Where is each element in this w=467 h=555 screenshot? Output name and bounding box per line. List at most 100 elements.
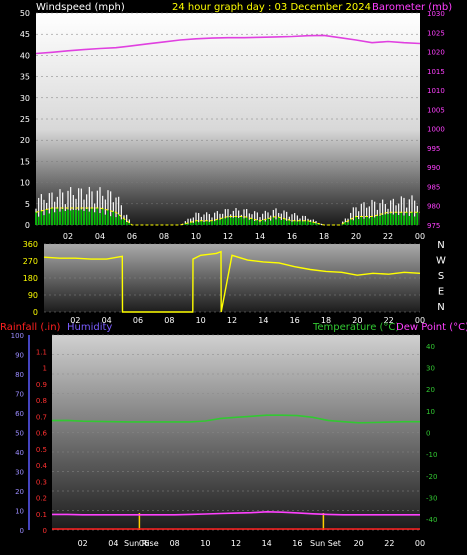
humidity-tick-label: 30 <box>15 469 24 477</box>
x-tick-label: 20 <box>354 539 364 548</box>
x-tick-label: 02 <box>78 539 88 548</box>
windspeed-axis-title: Windspeed (mph) <box>36 2 125 13</box>
x-tick-label: 16 <box>292 539 302 548</box>
rainfall-tick-label: 0.4 <box>36 462 48 470</box>
x-tick-label: 12 <box>231 539 241 548</box>
pressure-tick-label: 1010 <box>427 87 445 95</box>
temperature-tick-label: -30 <box>426 495 437 503</box>
wind-tick-label: 35 <box>20 73 30 82</box>
x-tick-label: 22 <box>383 232 393 241</box>
temperature-tick-label: 40 <box>426 343 435 351</box>
rainfall-tick-label: 0 <box>43 527 47 535</box>
rainfall-tick-label: 0.9 <box>36 381 47 389</box>
pressure-tick-label: 985 <box>427 183 440 191</box>
x-tick-label: 16 <box>287 232 297 241</box>
rainfall-tick-label: 0.3 <box>36 478 47 486</box>
humidity-tick-label: 90 <box>15 352 24 360</box>
chart-title: 24 hour graph day : 03 December 2024 <box>172 2 371 13</box>
x-tick-label: 00 <box>415 232 425 241</box>
wind-tick-label: 45 <box>20 30 30 39</box>
temperature-tick-label: 30 <box>426 365 435 373</box>
pressure-tick-label: 1000 <box>427 126 445 134</box>
x-tick-label: 10 <box>200 539 210 548</box>
direction-tick-label: 90 <box>28 291 38 300</box>
rainfall-tick-label: 0.1 <box>36 511 47 519</box>
x-tick-label: 12 <box>223 232 233 241</box>
x-tick-label: 06 <box>127 232 137 241</box>
pressure-tick-label: 1030 <box>427 10 445 18</box>
x-tick-label: 18 <box>319 232 329 241</box>
x-tick-label: 14 <box>262 539 272 548</box>
pressure-tick-label: 995 <box>427 145 440 153</box>
x-tick-label: 14 <box>255 232 265 241</box>
x-tick-label: 06 <box>133 316 143 325</box>
wind-tick-label: 25 <box>20 115 30 124</box>
wind-tick-label: 15 <box>20 157 30 166</box>
wind-tick-label: 20 <box>20 136 30 145</box>
weather-charts: Windspeed (mph) 24 hour graph day : 03 D… <box>0 2 467 548</box>
wind-tick-label: 5 <box>25 200 30 209</box>
pressure-tick-label: 1015 <box>427 68 445 76</box>
humidity-tick-label: 80 <box>15 371 24 379</box>
humidity-tick-label: 50 <box>15 430 24 438</box>
temperature-axis-title: Temperature (°C) <box>312 322 399 333</box>
compass-label: N <box>437 302 444 313</box>
compass-label: E <box>438 287 444 298</box>
wind-tick-label: 10 <box>20 179 30 188</box>
x-tick-label: 10 <box>196 316 206 325</box>
rainfall-tick-label: 0.6 <box>36 430 48 438</box>
x-tick-label: 04 <box>108 539 118 548</box>
pressure-tick-label: 990 <box>427 164 440 172</box>
rainfall-tick-label: 1.1 <box>36 348 47 356</box>
x-tick-label: 10 <box>191 232 201 241</box>
rainfall-tick-label: 1 <box>43 365 47 373</box>
compass-label: S <box>438 271 444 282</box>
x-tick-label: 08 <box>159 232 169 241</box>
direction-tick-label: 0 <box>33 308 38 317</box>
humidity-tick-label: 70 <box>15 391 24 399</box>
direction-tick-label: 270 <box>23 257 38 266</box>
temperature-tick-label: -10 <box>426 451 437 459</box>
temperature-tick-label: 20 <box>426 386 435 394</box>
rainfall-tick-label: 0.2 <box>36 495 47 503</box>
dewpoint-axis-title: Dew Point (°C) <box>396 322 467 333</box>
x-tick-label: 00 <box>415 539 425 548</box>
humidity-axis-title: Humidity <box>67 322 112 333</box>
sunrise-label: Sun Rise <box>124 539 159 548</box>
humidity-tick-label: 10 <box>15 508 24 516</box>
compass-label: W <box>436 256 446 267</box>
pressure-tick-label: 975 <box>427 222 440 230</box>
weather-graph-panel: Windspeed (mph) 24 hour graph day : 03 D… <box>0 0 467 555</box>
rainfall-tick-label: 0.7 <box>36 413 47 421</box>
x-tick-label: 04 <box>95 232 105 241</box>
x-tick-label: 08 <box>170 539 180 548</box>
temperature-tick-label: -40 <box>426 516 437 524</box>
direction-tick-label: 180 <box>23 274 38 283</box>
wind-tick-label: 30 <box>20 94 30 103</box>
rainfall-tick-label: 0.5 <box>36 446 47 454</box>
humidity-tick-label: 100 <box>11 332 24 340</box>
temperature-tick-label: 0 <box>426 430 430 438</box>
temperature-tick-label: -20 <box>426 473 437 481</box>
pressure-tick-label: 1020 <box>427 49 445 57</box>
humidity-tick-label: 20 <box>15 488 24 496</box>
x-tick-label: 14 <box>258 316 268 325</box>
x-tick-label: 22 <box>384 539 394 548</box>
x-tick-label: 08 <box>164 316 174 325</box>
x-tick-label: 16 <box>290 316 300 325</box>
compass-label: N <box>437 240 444 251</box>
x-tick-label: 20 <box>351 232 361 241</box>
sunset-label: Sun Set <box>310 539 341 548</box>
x-tick-label: 02 <box>63 232 73 241</box>
humidity-tick-label: 60 <box>15 410 24 418</box>
rainfall-axis-title: Rainfall (.in) <box>0 322 61 333</box>
wind-tick-label: 50 <box>20 9 30 18</box>
temperature-tick-label: 10 <box>426 408 435 416</box>
wind-tick-label: 0 <box>25 221 30 230</box>
pressure-tick-label: 1005 <box>427 106 445 114</box>
wind-tick-label: 40 <box>20 51 30 60</box>
pressure-tick-label: 1025 <box>427 29 445 37</box>
direction-tick-label: 360 <box>23 240 38 249</box>
humidity-tick-label: 40 <box>15 449 24 457</box>
humidity-tick-label: 0 <box>20 527 24 535</box>
